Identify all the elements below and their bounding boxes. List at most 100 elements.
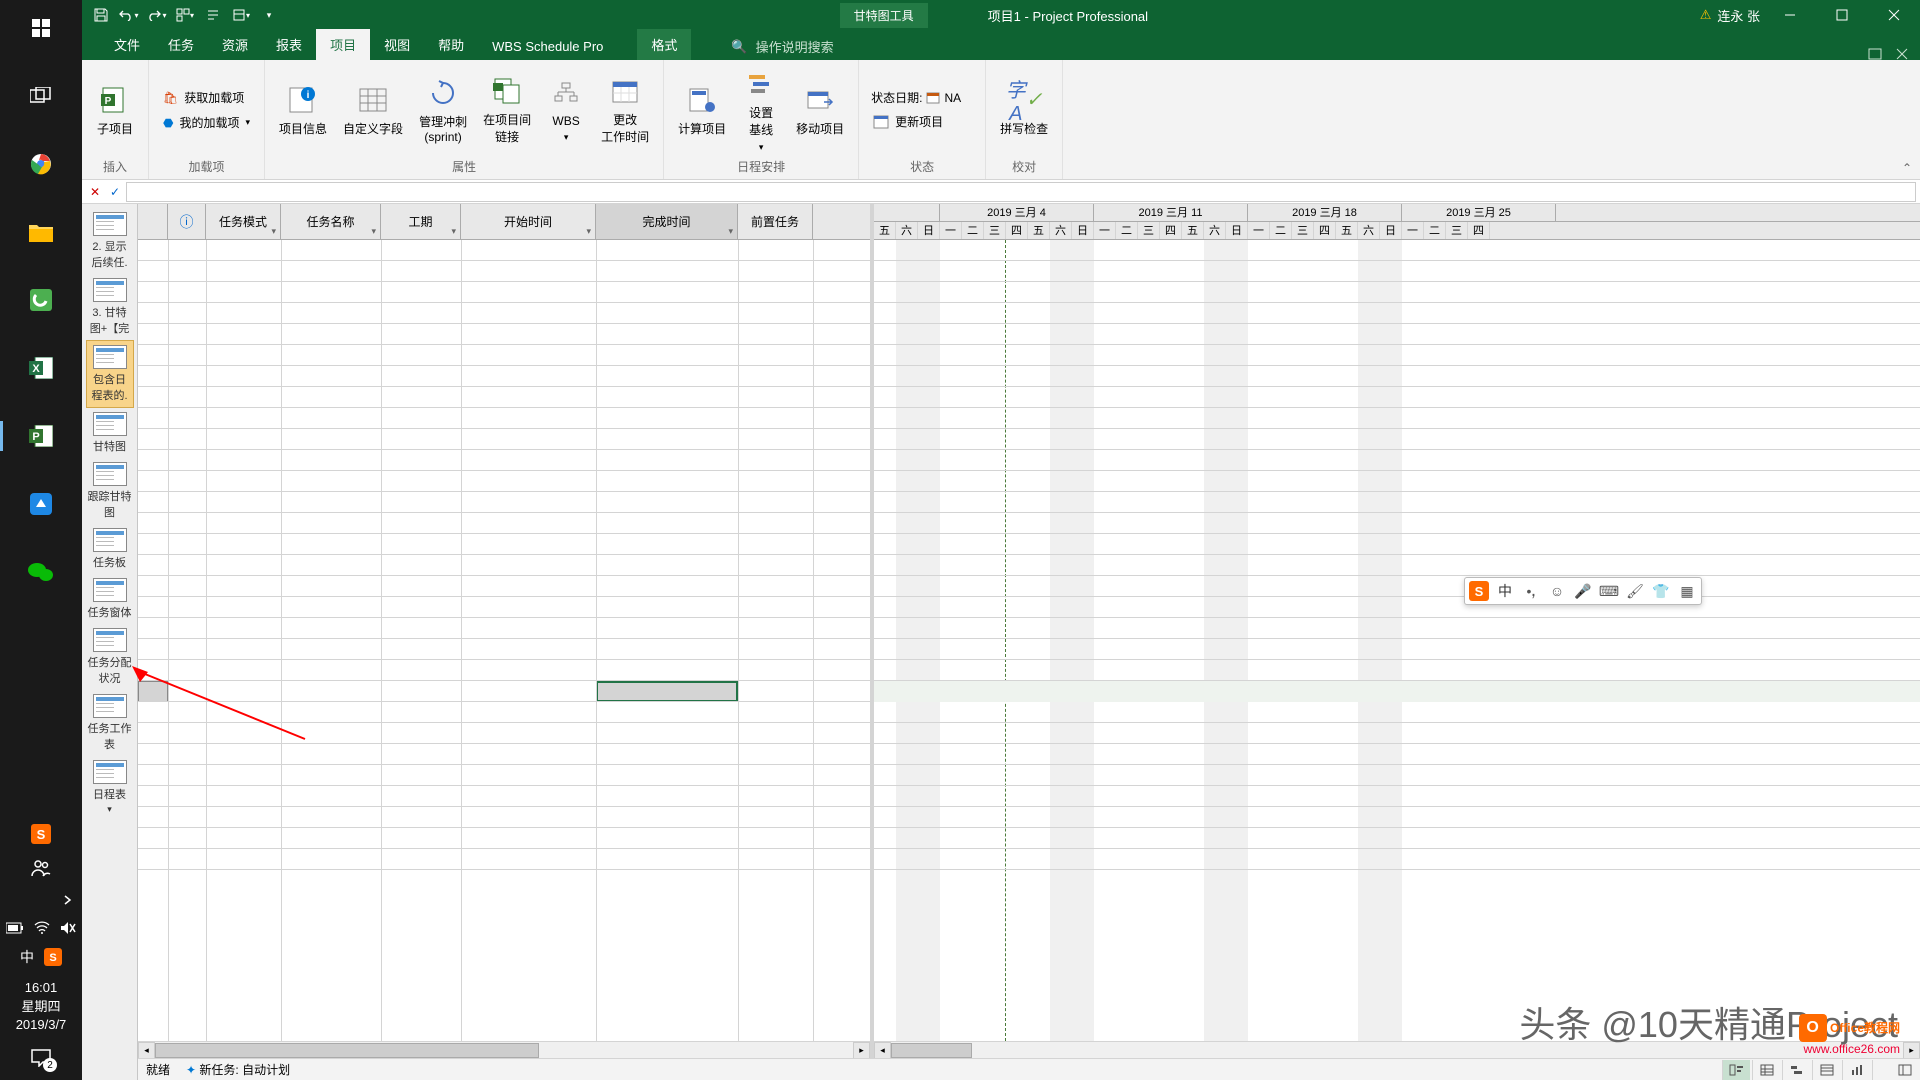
view-task-usage-button[interactable] [1752, 1060, 1780, 1080]
view-item-3[interactable]: 3. 甘特图+【完 [86, 274, 134, 340]
explorer-icon[interactable] [21, 212, 61, 252]
row-header-corner[interactable] [138, 204, 168, 239]
gantt-scroll-right[interactable]: ▸ [1903, 1042, 1920, 1059]
ime-keyboard-button[interactable]: ⌨ [1599, 581, 1619, 601]
ime-voice-button[interactable]: 🎤 [1573, 581, 1593, 601]
spellcheck-button[interactable]: 字A✓拼写检查 [994, 82, 1054, 139]
qat-customize[interactable]: ▾ [256, 2, 282, 28]
qat-btn-3[interactable]: ▾ [228, 2, 254, 28]
table-body[interactable] [138, 240, 870, 1041]
collapse-ribbon-button[interactable]: ⌃ [1902, 161, 1912, 175]
tab-help[interactable]: 帮助 [424, 29, 478, 60]
scroll-right-button[interactable]: ▸ [853, 1042, 870, 1059]
ime-clothes-button[interactable]: 👕 [1651, 581, 1671, 601]
view-gantt-button[interactable] [1722, 1060, 1750, 1080]
project-info-button[interactable]: i项目信息 [273, 82, 333, 139]
window-close-2[interactable] [1896, 48, 1908, 60]
set-baseline-button[interactable]: 设置 基线▾ [736, 66, 786, 155]
tab-task[interactable]: 任务 [154, 29, 208, 60]
tab-resource[interactable]: 资源 [208, 29, 262, 60]
zoom-out-button[interactable] [1872, 1060, 1912, 1080]
close-button[interactable] [1872, 0, 1916, 30]
ime-toolbox-button[interactable]: ▦ [1677, 581, 1697, 601]
app-icon-blue[interactable] [21, 484, 61, 524]
ime-punct-button[interactable]: •ꓹ [1521, 581, 1541, 601]
tab-project[interactable]: 项目 [316, 29, 370, 60]
tab-view[interactable]: 视图 [370, 29, 424, 60]
undo-button[interactable]: ▾ [116, 2, 142, 28]
people-icon[interactable] [30, 857, 52, 879]
tab-file[interactable]: 文件 [100, 29, 154, 60]
change-working-time-button[interactable]: 更改 工作时间 [595, 73, 655, 147]
camtasia-icon[interactable] [21, 280, 61, 320]
view-item-calendar-gantt[interactable]: 包含日程表的. [86, 340, 134, 408]
qat-btn-2[interactable] [200, 2, 226, 28]
taskbar-clock[interactable]: 16:01 星期四 2019/3/7 [16, 979, 67, 1034]
action-center-icon[interactable] [29, 1046, 53, 1070]
custom-fields-button[interactable]: 自定义字段 [337, 82, 409, 139]
sogou-tray-icon[interactable]: S [30, 823, 52, 845]
view-item-task-sheet[interactable]: 任务工作表 [86, 690, 134, 756]
sogou-ime-tray[interactable]: S [44, 948, 62, 966]
taskview-icon[interactable] [21, 76, 61, 116]
ime-lang-button[interactable]: 中 [1495, 581, 1515, 601]
col-task-mode[interactable]: 任务模式 [206, 204, 281, 239]
battery-icon[interactable] [6, 922, 24, 934]
table-hscroll[interactable]: ◂ ▸ [138, 1041, 870, 1058]
minimize-button[interactable] [1768, 0, 1812, 30]
view-item-gantt[interactable]: 甘特图 [86, 408, 134, 458]
view-item-timeline[interactable]: 日程表▾ [86, 756, 134, 819]
accept-entry-button[interactable]: ✓ [106, 183, 124, 201]
view-team-planner-button[interactable] [1782, 1060, 1810, 1080]
wbs-button[interactable]: WBS▾ [541, 76, 591, 145]
view-item-2[interactable]: 2. 显示后续任. [86, 208, 134, 274]
gantt-scroll-left[interactable]: ◂ [874, 1042, 891, 1059]
scroll-left-button[interactable]: ◂ [138, 1042, 155, 1059]
tab-wbs[interactable]: WBS Schedule Pro [478, 33, 617, 60]
tab-report[interactable]: 报表 [262, 29, 316, 60]
entry-input[interactable] [126, 182, 1916, 202]
col-predecessors[interactable]: 前置任务 [738, 204, 813, 239]
status-new-task[interactable]: ✦ 新任务: 自动计划 [186, 1061, 290, 1078]
save-button[interactable] [88, 2, 114, 28]
redo-button[interactable]: ▾ [144, 2, 170, 28]
get-addins-button[interactable]: 🛍获取加载项 [157, 86, 250, 109]
qat-btn-1[interactable]: ▾ [172, 2, 198, 28]
view-item-tracking-gantt[interactable]: 跟踪甘特图 [86, 458, 134, 524]
ime-skin-button[interactable]: 🖌 [1625, 581, 1645, 601]
excel-icon[interactable]: X [21, 348, 61, 388]
view-item-task-usage[interactable]: 任务分配状况 [86, 624, 134, 690]
col-start[interactable]: 开始时间 [461, 204, 596, 239]
links-between-projects-button[interactable]: 在项目间 链接 [477, 73, 537, 147]
ime-emoji-button[interactable]: ☺ [1547, 581, 1567, 601]
sogou-logo-icon[interactable]: S [1469, 581, 1489, 601]
wifi-icon[interactable] [34, 921, 50, 935]
col-duration[interactable]: 工期 [381, 204, 461, 239]
maximize-button[interactable] [1820, 0, 1864, 30]
wechat-icon[interactable] [21, 552, 61, 592]
tab-format[interactable]: 格式 [637, 29, 691, 60]
view-item-task-form[interactable]: 任务窗体 [86, 574, 134, 624]
status-date-field[interactable]: 状态日期: NA [867, 87, 965, 108]
col-indicators[interactable]: ⓘ [168, 204, 206, 239]
manage-sprints-button[interactable]: 管理冲刺 (sprint) [413, 75, 473, 146]
project-icon[interactable]: P [21, 416, 61, 456]
volume-icon[interactable] [60, 921, 76, 935]
col-task-name[interactable]: 任务名称 [281, 204, 381, 239]
update-project-button[interactable]: 更新项目 [867, 110, 949, 133]
gantt-body[interactable] [874, 240, 1920, 1041]
view-report-button[interactable] [1842, 1060, 1870, 1080]
chrome-icon[interactable] [21, 144, 61, 184]
timescale[interactable]: 2019 三月 42019 三月 112019 三月 182019 三月 25 … [874, 204, 1920, 240]
start-button[interactable] [21, 8, 61, 48]
view-item-task-board[interactable]: 任务板 [86, 524, 134, 574]
tray-expand-icon[interactable] [62, 891, 82, 909]
view-resource-sheet-button[interactable] [1812, 1060, 1840, 1080]
col-finish[interactable]: 完成时间 [596, 204, 738, 239]
move-project-button[interactable]: 移动项目 [790, 82, 850, 139]
subproject-button[interactable]: P 子项目 [90, 82, 140, 139]
user-account[interactable]: ⚠ 连永 张 [1700, 6, 1760, 25]
tell-me-search[interactable]: 🔍 操作说明搜索 [721, 33, 843, 60]
cancel-entry-button[interactable]: ✕ [86, 183, 104, 201]
calculate-project-button[interactable]: 计算项目 [672, 82, 732, 139]
